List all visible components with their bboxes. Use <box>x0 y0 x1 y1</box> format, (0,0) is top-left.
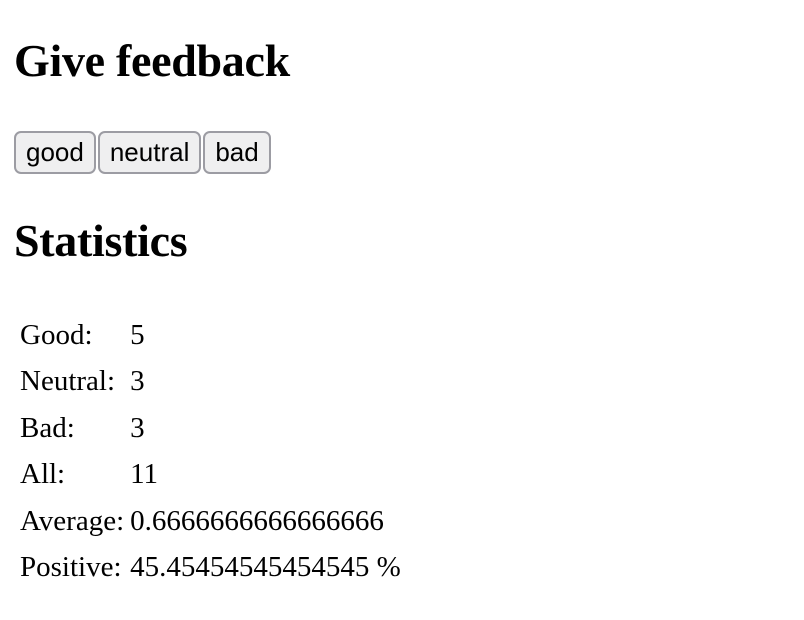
stat-value-positive: 45.45454545454545 % <box>130 551 401 584</box>
table-row: Average: 0.6666666666666666 <box>20 498 405 545</box>
stat-value-bad: 3 <box>130 411 145 444</box>
table-row: Positive: 45.45454545454545 % <box>20 545 405 592</box>
stat-label-positive: Positive: <box>20 551 122 584</box>
stat-value-neutral: 3 <box>130 365 145 398</box>
statistics-table: Good: 5 Neutral: 3 Bad: 3 All: 11 Averag… <box>20 312 405 591</box>
table-row: All: 11 <box>20 452 405 499</box>
stat-value-all: 11 <box>130 458 159 491</box>
stat-value-average: 0.6666666666666666 <box>130 504 384 537</box>
stat-value-good: 5 <box>130 318 145 351</box>
table-row: Bad: 3 <box>20 405 405 452</box>
feedback-button-group: good neutral bad <box>14 131 271 174</box>
stat-label-average: Average: <box>20 504 125 537</box>
stat-label-bad: Bad: <box>20 411 75 444</box>
table-row: Good: 5 <box>20 312 405 359</box>
bad-button[interactable]: bad <box>203 131 271 174</box>
stat-label-good: Good: <box>20 318 93 351</box>
stat-label-neutral: Neutral: <box>20 365 116 398</box>
feedback-heading: Give feedback <box>14 35 290 86</box>
table-row: Neutral: 3 <box>20 359 405 406</box>
stat-label-all: All: <box>20 458 66 491</box>
neutral-button[interactable]: neutral <box>97 131 202 174</box>
good-button[interactable]: good <box>14 131 96 174</box>
statistics-heading: Statistics <box>14 215 188 266</box>
